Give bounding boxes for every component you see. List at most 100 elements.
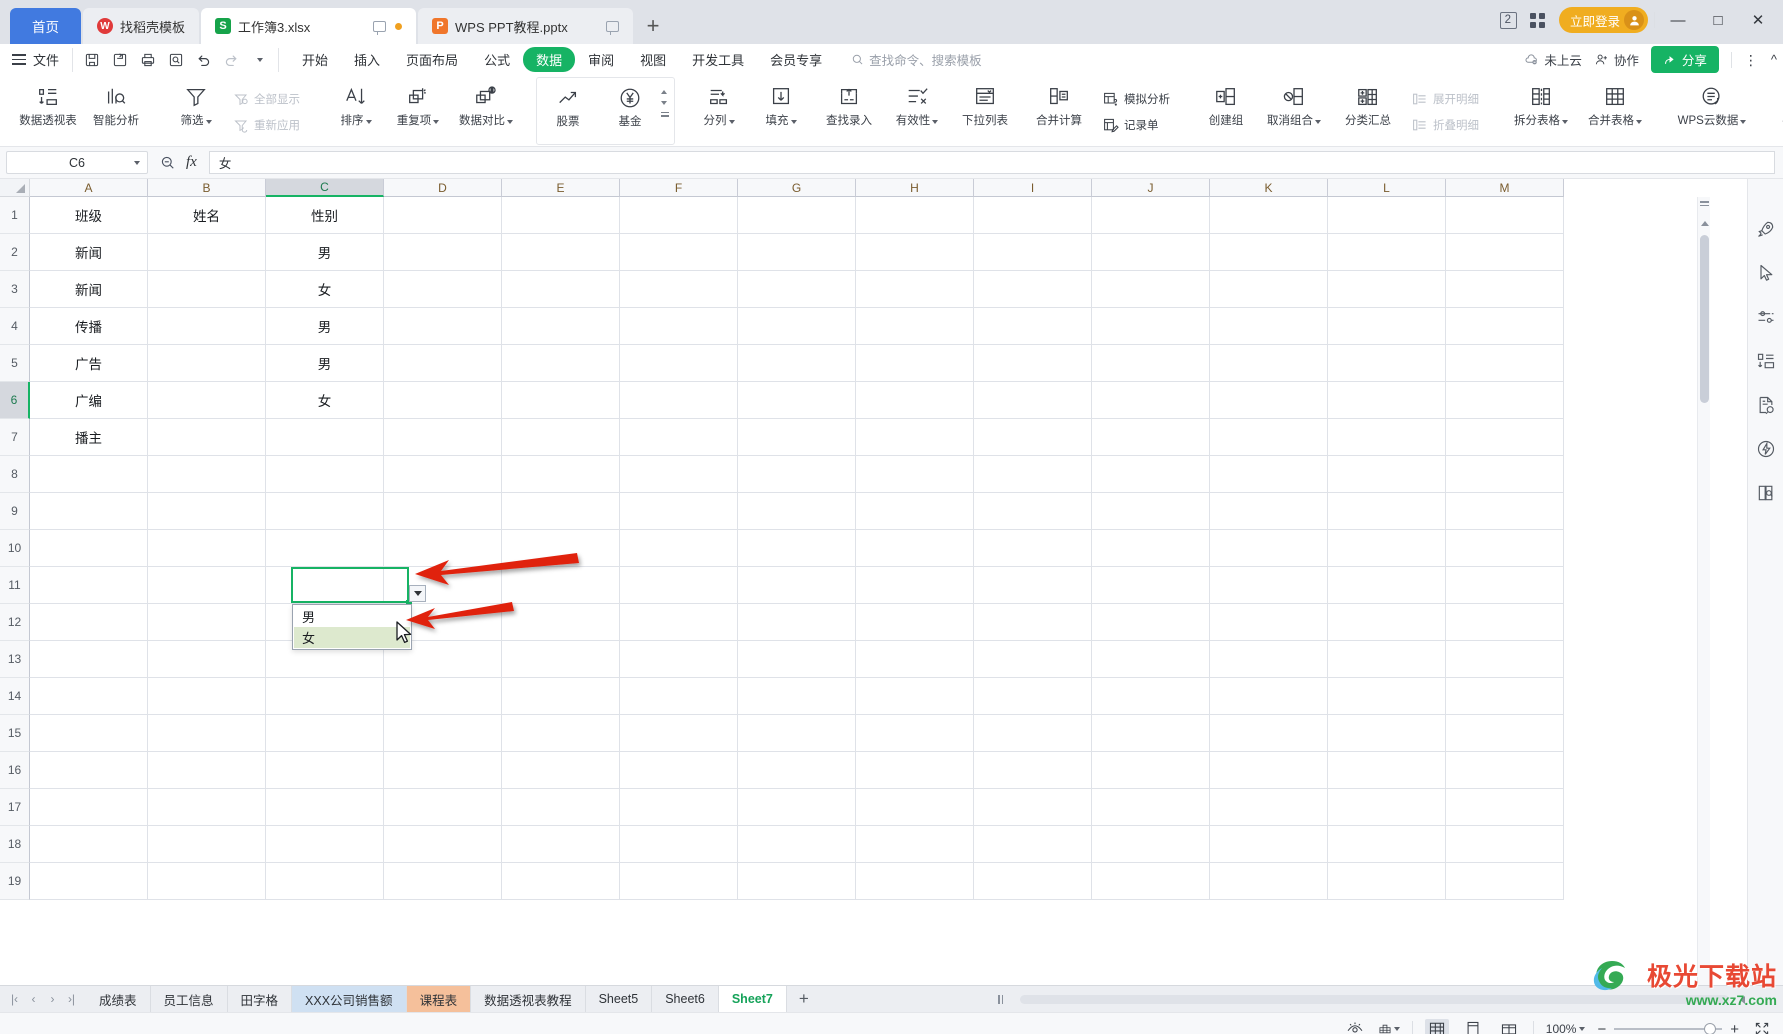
cell-E18[interactable] [502, 826, 620, 863]
cell-A14[interactable] [30, 678, 148, 715]
view-normal-button[interactable] [1424, 1018, 1449, 1034]
ribbon-reapply-button[interactable]: 重新应用 [229, 114, 305, 136]
lightning-icon[interactable] [1754, 437, 1778, 461]
window-count-badge[interactable]: 2 [1499, 11, 1517, 29]
ribbon-consolidate-button[interactable]: 合并计算 [1022, 77, 1096, 143]
cell-K4[interactable] [1210, 308, 1328, 345]
cell-M16[interactable] [1446, 752, 1564, 789]
cell-H9[interactable] [856, 493, 974, 530]
cell-I17[interactable] [974, 789, 1092, 826]
h-split-handle[interactable] [998, 995, 1005, 1004]
tab-insert[interactable]: 插入 [341, 47, 393, 72]
cell-H3[interactable] [856, 271, 974, 308]
sheet-tab-chengjibiao[interactable]: 成绩表 [86, 986, 151, 1012]
ribbon-lookup-entry-button[interactable]: 查找录入 [812, 77, 886, 143]
cell-M6[interactable] [1446, 382, 1564, 419]
cell-F7[interactable] [620, 419, 738, 456]
cell-H19[interactable] [856, 863, 974, 900]
ribbon-expand-detail-button[interactable]: 展开明细 [1407, 88, 1484, 110]
cell-E14[interactable] [502, 678, 620, 715]
cell-G9[interactable] [738, 493, 856, 530]
cell-H6[interactable] [856, 382, 974, 419]
row-header-16[interactable]: 16 [0, 752, 30, 789]
row-header-9[interactable]: 9 [0, 493, 30, 530]
cell-C2[interactable]: 男 [266, 234, 384, 271]
ribbon-show-all-button[interactable]: 全部显示 [229, 88, 305, 110]
cell-J4[interactable] [1092, 308, 1210, 345]
spinner-down-icon[interactable] [661, 101, 667, 105]
cell-K18[interactable] [1210, 826, 1328, 863]
ribbon-data-compare-button[interactable]: 数据对比 [449, 77, 523, 143]
column-header-I[interactable]: I [974, 179, 1092, 197]
ribbon-collapse-icon[interactable]: ^ [1771, 52, 1777, 67]
cell-K14[interactable] [1210, 678, 1328, 715]
cell-L2[interactable] [1328, 234, 1446, 271]
data-validation-dropdown-list[interactable]: 男 女 [292, 604, 412, 650]
cell-I6[interactable] [974, 382, 1092, 419]
doc-tab-home[interactable]: 首页 [10, 8, 81, 44]
eye-protection-icon[interactable] [1344, 1019, 1366, 1034]
cell-L8[interactable] [1328, 456, 1446, 493]
grid-viewport[interactable]: ABCDEFGHIJKLM 1 2 3 4 5 6 7 8 9 10 11 12 13 14 15 16 17 1… [0, 179, 1747, 985]
cell-F10[interactable] [620, 530, 738, 567]
data-validation-dropdown-button[interactable] [409, 585, 426, 602]
cell-A1[interactable]: 班级 [30, 197, 148, 234]
cell-E16[interactable] [502, 752, 620, 789]
cell-M11[interactable] [1446, 567, 1564, 604]
cell-E13[interactable] [502, 641, 620, 678]
cell-I11[interactable] [974, 567, 1092, 604]
cell-M14[interactable] [1446, 678, 1564, 715]
sheet-tab-sheet5[interactable]: Sheet5 [586, 986, 653, 1012]
cell-K15[interactable] [1210, 715, 1328, 752]
column-header-G[interactable]: G [738, 179, 856, 197]
cell-B11[interactable] [148, 567, 266, 604]
cell-M13[interactable] [1446, 641, 1564, 678]
cell-K19[interactable] [1210, 863, 1328, 900]
cell-A17[interactable] [30, 789, 148, 826]
cell-H17[interactable] [856, 789, 974, 826]
cell-M5[interactable] [1446, 345, 1564, 382]
cell-G1[interactable] [738, 197, 856, 234]
cell-L3[interactable] [1328, 271, 1446, 308]
cell-J11[interactable] [1092, 567, 1210, 604]
cell-B4[interactable] [148, 308, 266, 345]
scroll-up-arrow-icon[interactable] [1701, 221, 1709, 226]
doc-tab-templates[interactable]: W 找稻壳模板 [83, 8, 200, 44]
cell-K7[interactable] [1210, 419, 1328, 456]
cell-L12[interactable] [1328, 604, 1446, 641]
column-header-H[interactable]: H [856, 179, 974, 197]
sheet-tab-pivot-tutorial[interactable]: 数据透视表教程 [471, 986, 586, 1012]
column-header-D[interactable]: D [384, 179, 502, 197]
row-header-4[interactable]: 4 [0, 308, 30, 345]
cell-M1[interactable] [1446, 197, 1564, 234]
cast-icon[interactable] [373, 20, 387, 35]
ribbon-more-icon[interactable]: ⋮ [1744, 53, 1759, 67]
cell-A9[interactable] [30, 493, 148, 530]
cell-C16[interactable] [266, 752, 384, 789]
cell-D15[interactable] [384, 715, 502, 752]
split-handle[interactable] [1700, 201, 1709, 208]
cell-G7[interactable] [738, 419, 856, 456]
cell-D16[interactable] [384, 752, 502, 789]
cell-M3[interactable] [1446, 271, 1564, 308]
cell-K13[interactable] [1210, 641, 1328, 678]
cell-I1[interactable] [974, 197, 1092, 234]
cell-A8[interactable] [30, 456, 148, 493]
fullscreen-icon[interactable] [1751, 1019, 1773, 1034]
cell-F11[interactable] [620, 567, 738, 604]
cell-J18[interactable] [1092, 826, 1210, 863]
cell-G14[interactable] [738, 678, 856, 715]
cell-D10[interactable] [384, 530, 502, 567]
cell-J7[interactable] [1092, 419, 1210, 456]
settings-slider-icon[interactable] [1754, 305, 1778, 329]
cell-G10[interactable] [738, 530, 856, 567]
doc-tab-workbook3[interactable]: S 工作簿3.xlsx [201, 8, 417, 44]
cell-C6[interactable]: 女 [266, 382, 384, 419]
cell-K6[interactable] [1210, 382, 1328, 419]
cloud-status[interactable]: 未上云 [1524, 50, 1582, 69]
cell-H14[interactable] [856, 678, 974, 715]
cell-L15[interactable] [1328, 715, 1446, 752]
ai-doc-icon[interactable] [1754, 393, 1778, 417]
cell-I2[interactable] [974, 234, 1092, 271]
cell-J19[interactable] [1092, 863, 1210, 900]
